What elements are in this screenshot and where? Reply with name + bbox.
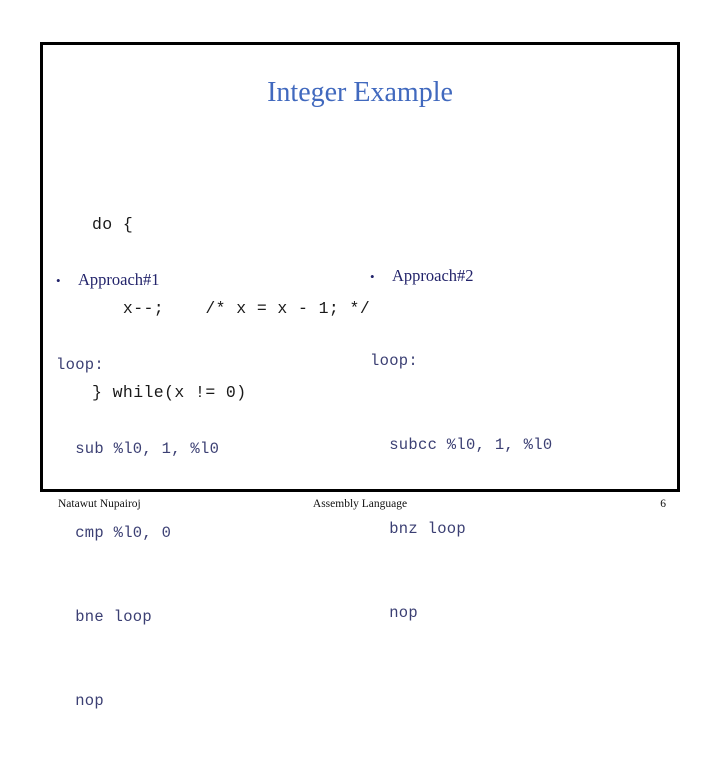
page-title: Integer Example (267, 77, 453, 108)
approach-1-heading: • Approach#1 (56, 270, 219, 291)
approach-1-column: • Approach#1 loop: sub %l0, 1, %l0 cmp %… (56, 270, 219, 771)
slide-footer: Natawut Nupairoj Assembly Language 6 (40, 496, 680, 516)
approach-2-label: Approach#2 (392, 266, 474, 285)
c-code-line: do { (92, 215, 134, 234)
approach-2-column: • Approach#2 loop: subcc %l0, 1, %l0 bnz… (370, 266, 552, 683)
footer-page-number: 6 (660, 498, 666, 510)
asm-code-line: bne loop (56, 608, 153, 626)
approach-1-assembly-code: loop: sub %l0, 1, %l0 cmp %l0, 0 bne loo… (56, 295, 219, 771)
bullet-icon: • (370, 269, 375, 284)
bullet-icon: • (56, 273, 61, 288)
asm-code-line: cmp %l0, 0 (56, 524, 172, 542)
asm-code-line: sub %l0, 1, %l0 (56, 440, 220, 458)
asm-code-line: nop (56, 692, 105, 710)
asm-code-line: loop: (370, 352, 419, 370)
asm-code-line: nop (370, 604, 419, 622)
approach-1-label: Approach#1 (78, 270, 160, 289)
approach-2-assembly-code: loop: subcc %l0, 1, %l0 bnz loop nop (370, 291, 552, 683)
asm-code-line: bnz loop (370, 520, 467, 538)
approach-2-heading: • Approach#2 (370, 266, 552, 287)
slide: Integer Example do { x--; /* x = x - 1; … (0, 0, 720, 710)
asm-code-line: subcc %l0, 1, %l0 (370, 436, 553, 454)
asm-code-line: loop: (56, 356, 105, 374)
